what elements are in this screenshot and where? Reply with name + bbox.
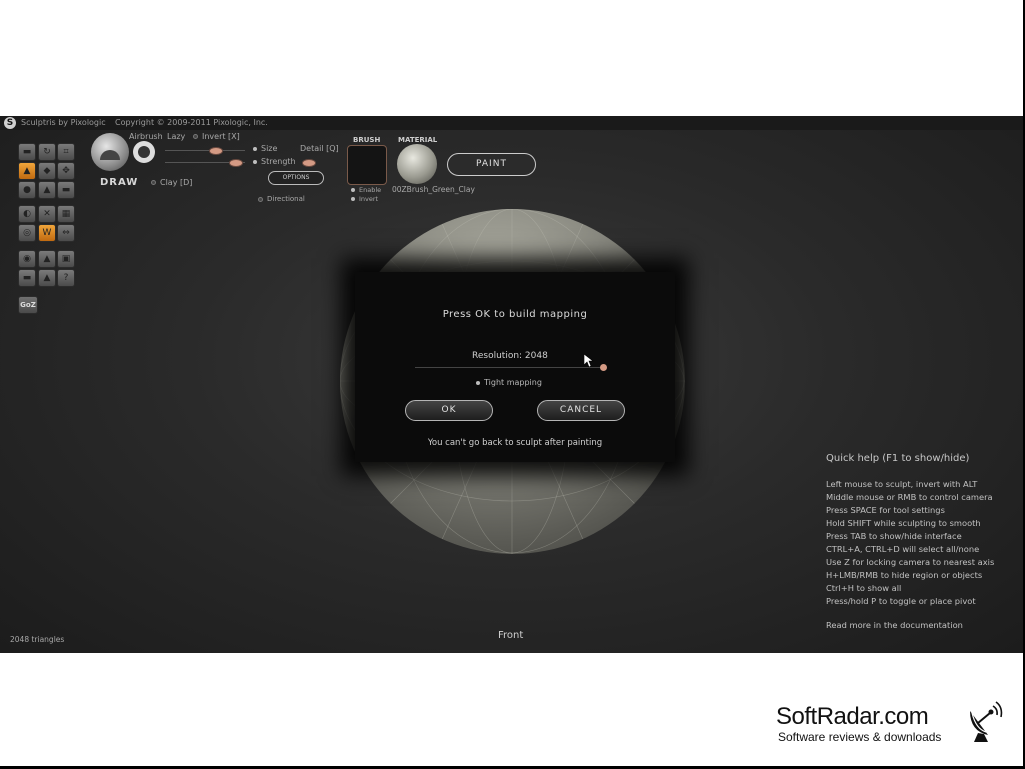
detail-slider-knob[interactable] (302, 159, 316, 167)
clay-checkbox[interactable]: Clay [D] (151, 178, 192, 187)
brush-section-title: BRUSH (353, 136, 381, 144)
grab-tool-icon[interactable]: ◆ (38, 162, 56, 180)
quick-help-item: Press TAB to show/hide interface (826, 531, 962, 541)
quick-help-item: Ctrl+H to show all (826, 583, 902, 593)
quick-help-item: CTRL+A, CTRL+D will select all/none (826, 544, 980, 554)
help-tool-icon[interactable]: ? (57, 269, 75, 287)
save-tool-icon[interactable]: ▣ (57, 250, 75, 268)
goz-button[interactable]: GoZ (18, 296, 38, 314)
app-logo-icon: S (4, 117, 16, 129)
quick-help-item: Use Z for locking camera to nearest axis (826, 557, 995, 567)
material-swatch[interactable] (397, 144, 437, 184)
reduce-tool-icon[interactable]: W (38, 224, 56, 242)
copyright-text: Copyright © 2009-2011 Pixologic, Inc. (115, 118, 268, 127)
resolution-slider-knob[interactable] (600, 364, 607, 371)
invert-brush-radio-icon (351, 197, 355, 201)
brush-swatch[interactable] (347, 145, 387, 185)
brush-shape-icon[interactable] (133, 141, 155, 163)
sculptris-window: S Sculptris by Pixologic Copyright © 200… (0, 116, 1023, 653)
invert-radio-icon (193, 134, 198, 139)
crop-tool-icon[interactable]: ⌗ (57, 143, 75, 161)
tight-mapping-radio-icon (476, 380, 480, 385)
inflate-tool-icon[interactable]: ● (18, 181, 36, 199)
quick-help-title: Quick help (F1 to show/hide) (826, 453, 970, 464)
rotate-tool-icon[interactable]: ↻ (38, 143, 56, 161)
triangle-count: 2048 triangles (10, 635, 65, 644)
size-radio-icon (253, 146, 257, 151)
resolution-label: Resolution: 2048 (472, 351, 548, 361)
directional-radio-icon (258, 196, 263, 202)
title-bar: S Sculptris by Pixologic Copyright © 200… (0, 116, 1023, 130)
draw-tool-icon[interactable]: ▬ (18, 143, 36, 161)
quick-help-item: Hold SHIFT while sculpting to smooth (826, 518, 981, 528)
mouse-cursor-icon (584, 354, 594, 368)
softradar-subtitle: Software reviews & downloads (778, 730, 942, 744)
draw-brush-icon[interactable] (91, 133, 129, 171)
resolution-slider[interactable] (415, 367, 605, 368)
quick-help-item: H+LMB/RMB to hide region or objects (826, 570, 983, 580)
invert-checkbox[interactable]: Invert [X] (193, 132, 240, 141)
pinch-tool-icon[interactable]: ▲ (38, 181, 56, 199)
scale-tool-icon[interactable]: ✕ (38, 205, 56, 223)
cancel-button[interactable]: CANCEL (537, 400, 625, 421)
app-name: Sculptris by Pixologic (21, 118, 106, 127)
dialog-title: Press OK to build mapping (442, 309, 588, 320)
quick-help-list: Left mouse to sculpt, invert with ALT Mi… (826, 478, 994, 608)
grid-tool-icon[interactable]: ▦ (57, 205, 75, 223)
quick-help-item: Press/hold P to toggle or place pivot (826, 596, 976, 606)
clay-radio-icon (151, 180, 156, 185)
view-label: Front (498, 630, 524, 641)
clay-tool-icon[interactable]: ▲ (18, 162, 36, 180)
documentation-link[interactable]: Read more in the documentation (826, 620, 963, 630)
build-mapping-dialog: Press OK to build mapping Resolution: 20… (355, 272, 675, 462)
tight-mapping-checkbox[interactable]: Tight mapping (476, 378, 542, 387)
detail-label: Detail [Q] (300, 144, 339, 153)
tool-name: DRAW (100, 177, 139, 188)
symmetry-tool-icon[interactable]: ◐ (18, 205, 36, 223)
strength-radio-icon (253, 159, 257, 164)
size-slider-knob[interactable] (209, 147, 223, 155)
move-tool-icon[interactable]: ✥ (57, 162, 75, 180)
options-button[interactable]: OPTIONS (268, 171, 324, 185)
dialog-warning: You can't go back to sculpt after painti… (427, 438, 603, 448)
enable-radio-icon (351, 188, 355, 192)
export-tool-icon[interactable]: ▲ (38, 250, 56, 268)
softradar-title: SoftRadar.com (776, 703, 929, 730)
quick-help-item: Left mouse to sculpt, invert with ALT (826, 479, 978, 489)
paint-button[interactable]: PAINT (447, 153, 536, 176)
strength-slider-knob[interactable] (229, 159, 243, 167)
import-tool-icon[interactable]: ◉ (18, 250, 36, 268)
size-label: Size (253, 144, 277, 153)
ok-button[interactable]: OK (405, 400, 493, 421)
material-name: 00ZBrush_Green_Clay (392, 185, 475, 194)
strength-label: Strength (253, 157, 296, 166)
undo-tool-icon[interactable]: ▲ (38, 269, 56, 287)
quick-help-item: Middle mouse or RMB to control camera (826, 492, 993, 502)
size-slider[interactable] (165, 150, 245, 151)
material-section-title: MATERIAL (398, 136, 438, 144)
lazy-toggle[interactable]: Lazy (167, 132, 185, 141)
quick-help-item: Press SPACE for tool settings (826, 505, 945, 515)
directional-checkbox[interactable]: Directional (258, 195, 305, 203)
wireframe-tool-icon[interactable]: ◎ (18, 224, 36, 242)
invert-brush-checkbox[interactable]: Invert (351, 195, 378, 203)
satellite-dish-icon (970, 701, 1003, 742)
new-sphere-tool-icon[interactable]: ▬ (18, 269, 36, 287)
mirror-tool-icon[interactable]: ⇔ (57, 224, 75, 242)
enable-checkbox[interactable]: Enable (351, 186, 381, 194)
flatten-tool-icon[interactable]: ▬ (57, 181, 75, 199)
airbrush-toggle[interactable]: Airbrush (129, 132, 163, 141)
